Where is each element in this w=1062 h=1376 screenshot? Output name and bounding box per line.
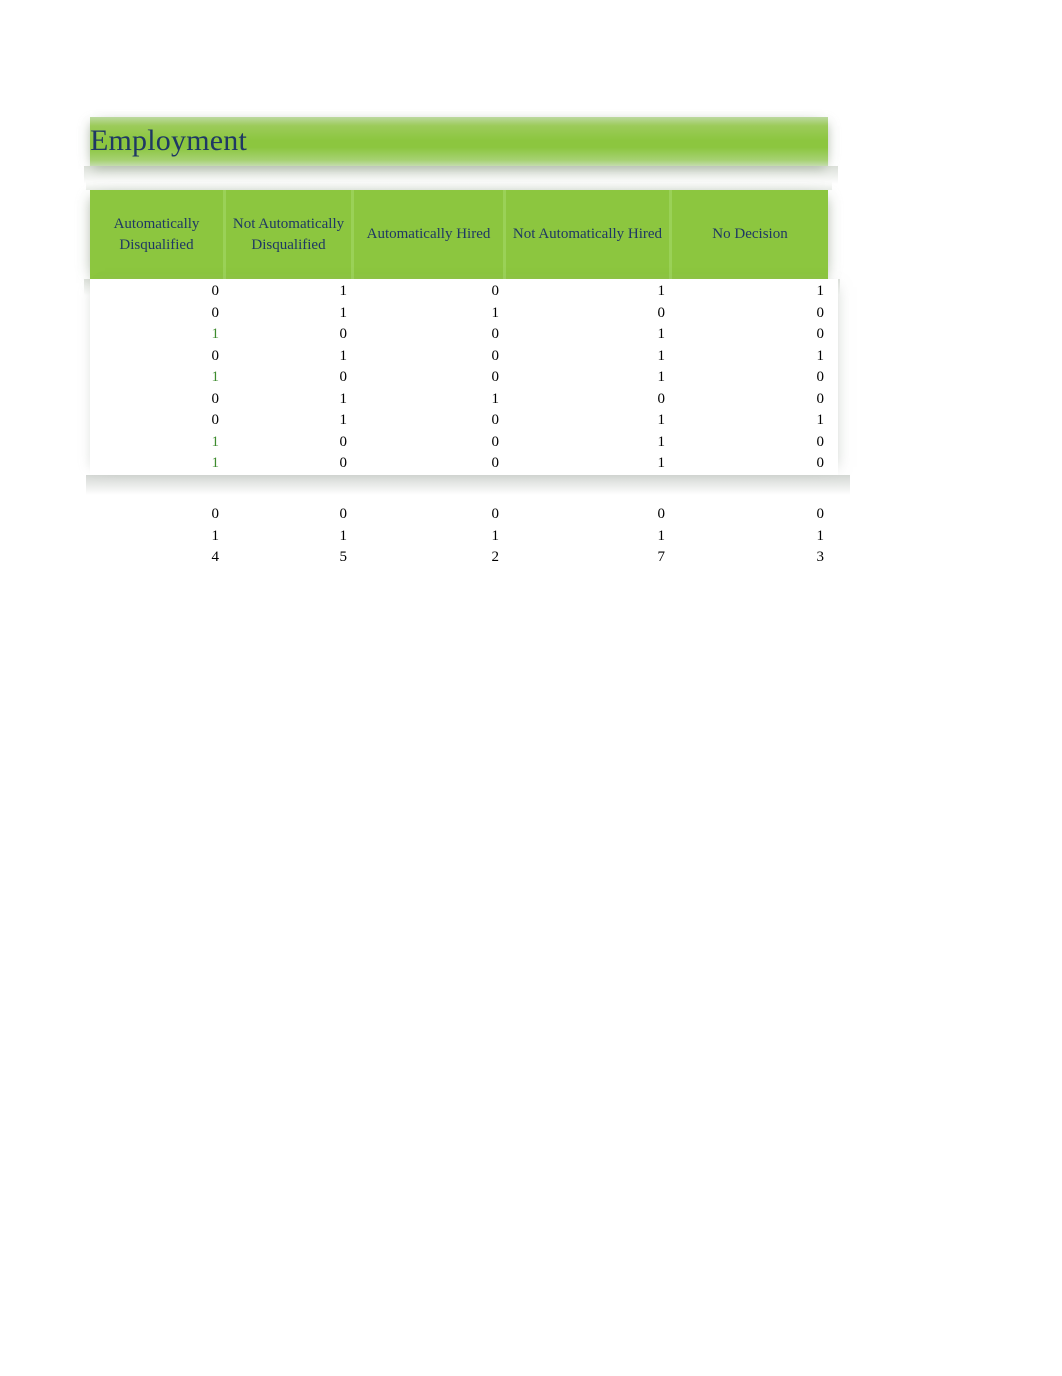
table-cell[interactable]: 0 [223,324,351,345]
table-cell[interactable]: 2 [351,547,503,568]
table-body: 0101101100100100101110010011000101110010… [86,279,850,494]
column-header-not-automatically-hired[interactable]: Not Automatically Hired [503,190,669,279]
page-title: Employment [90,124,247,157]
table-row: 10010 [90,432,838,454]
title-banner: Employment [84,117,838,184]
table-cell[interactable]: 1 [669,410,828,431]
table-cell[interactable]: 4 [90,547,223,568]
table-cell[interactable]: 1 [223,410,351,431]
table-cell[interactable]: 1 [669,526,828,547]
table-cell[interactable]: 1 [223,303,351,324]
table-cell[interactable]: 1 [90,526,223,547]
column-header-automatically-disqualified[interactable]: Automatically Disqualified [90,190,223,279]
table-cell[interactable]: 0 [223,453,351,474]
table-cell[interactable]: 3 [669,547,828,568]
table-cell[interactable]: 1 [223,346,351,367]
table-cell[interactable]: 0 [90,346,223,367]
table-row: 01011 [90,281,838,303]
table-cell[interactable]: 1 [90,432,223,453]
table-cell[interactable]: 0 [90,389,223,410]
table-cell[interactable]: 1 [351,389,503,410]
table-cell[interactable]: 0 [351,410,503,431]
table-cell[interactable]: 0 [351,504,503,525]
table-cell[interactable]: 0 [351,432,503,453]
table-cell[interactable]: 1 [223,526,351,547]
table-cell[interactable]: 0 [351,281,503,302]
table-row: 01011 [90,410,838,432]
table-cell[interactable]: 0 [503,504,669,525]
table-cell[interactable]: 0 [669,453,828,474]
table-cell[interactable]: 1 [503,281,669,302]
table-cell[interactable]: 0 [503,303,669,324]
table-cell[interactable]: 1 [669,346,828,367]
table-cell[interactable]: 1 [90,324,223,345]
table-summary: 000001111145273 [90,504,838,569]
table-row: 01100 [90,389,838,411]
table-row: 10010 [90,367,838,389]
table-cell[interactable]: 1 [223,281,351,302]
table-cell[interactable]: 1 [669,281,828,302]
table-row: 01100 [90,303,838,325]
table-cell[interactable]: 1 [503,410,669,431]
column-header-not-automatically-disqualified[interactable]: Not Automatically Disqualified [223,190,351,279]
table-cell[interactable]: 0 [351,367,503,388]
column-header-no-decision[interactable]: No Decision [669,190,828,279]
table-row: 10010 [90,324,838,346]
column-header-automatically-hired[interactable]: Automatically Hired [351,190,503,279]
table-cell[interactable]: 1 [351,526,503,547]
table-cell[interactable]: 1 [503,432,669,453]
table-cell[interactable]: 0 [669,504,828,525]
table-cell[interactable]: 1 [351,303,503,324]
table-cell[interactable]: 1 [503,346,669,367]
table-cell[interactable]: 0 [669,432,828,453]
table-cell[interactable]: 0 [351,324,503,345]
table-cell[interactable]: 1 [90,453,223,474]
table-cell[interactable]: 0 [351,453,503,474]
table-summary-row: 00000 [90,504,838,526]
table-cell[interactable]: 7 [503,547,669,568]
table-cell[interactable]: 0 [223,432,351,453]
table-row: 10010 [90,453,838,475]
table-cell[interactable]: 0 [90,410,223,431]
table-cell[interactable]: 0 [223,504,351,525]
table-cell[interactable]: 0 [351,346,503,367]
table-cell[interactable]: 1 [503,324,669,345]
table-cell[interactable]: 0 [90,303,223,324]
table-cell[interactable]: 1 [90,367,223,388]
spreadsheet-canvas: Employment Automatically Disqualified No… [0,0,1062,1376]
table-cell[interactable]: 0 [223,367,351,388]
table-cell[interactable]: 5 [223,547,351,568]
table-row: 01011 [90,346,838,368]
table-header-row: Automatically Disqualified Not Automatic… [84,181,840,295]
table-cell[interactable]: 0 [669,303,828,324]
table-cell[interactable]: 0 [503,389,669,410]
table-cell[interactable]: 0 [90,281,223,302]
table-cell[interactable]: 1 [503,526,669,547]
table-cell[interactable]: 0 [90,504,223,525]
table-cell[interactable]: 0 [669,324,828,345]
table-cell[interactable]: 0 [669,367,828,388]
table-summary-row: 45273 [90,547,838,569]
table-cell[interactable]: 0 [669,389,828,410]
table-cell[interactable]: 1 [503,453,669,474]
table-cell[interactable]: 1 [223,389,351,410]
table-cell[interactable]: 1 [503,367,669,388]
table-summary-row: 11111 [90,526,838,548]
